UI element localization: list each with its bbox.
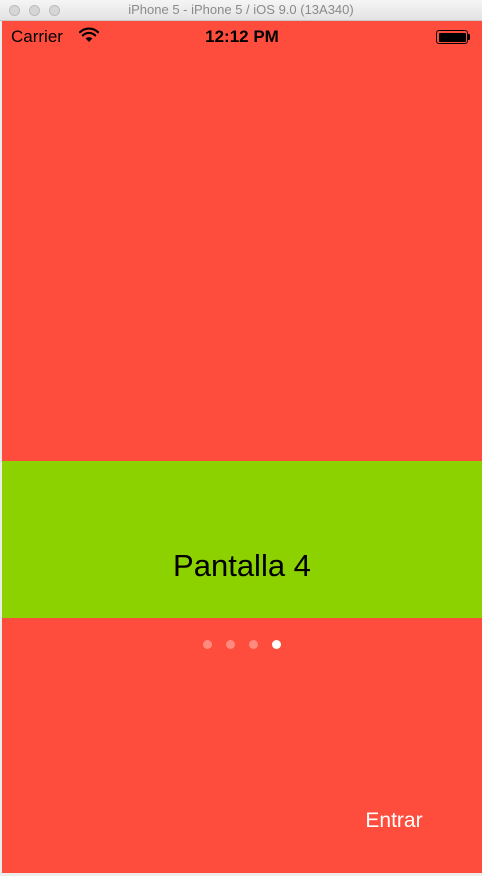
- enter-button[interactable]: Entrar: [354, 806, 434, 836]
- status-time: 12:12 PM: [205, 27, 279, 46]
- page-dot-2[interactable]: [226, 640, 235, 649]
- simulator-window: iPhone 5 - iPhone 5 / iOS 9.0 (13A340) C…: [0, 0, 482, 876]
- content-banner: [2, 461, 482, 618]
- battery-level: [438, 32, 466, 42]
- page-dot-1[interactable]: [203, 640, 212, 649]
- page-dot-4[interactable]: [272, 640, 281, 649]
- page-control[interactable]: [2, 640, 482, 652]
- battery-tip: [468, 34, 470, 40]
- battery-icon: [436, 30, 468, 44]
- device-screen: Carrier 12:12 PM Pantalla 4 Entrar: [2, 21, 482, 873]
- page-dot-3[interactable]: [249, 640, 258, 649]
- status-bar: Carrier 12:12 PM: [2, 21, 482, 53]
- window-title: iPhone 5 - iPhone 5 / iOS 9.0 (13A340): [128, 2, 354, 17]
- window-titlebar: iPhone 5 - iPhone 5 / iOS 9.0 (13A340): [0, 0, 482, 21]
- banner-title: Pantalla 4: [173, 548, 311, 583]
